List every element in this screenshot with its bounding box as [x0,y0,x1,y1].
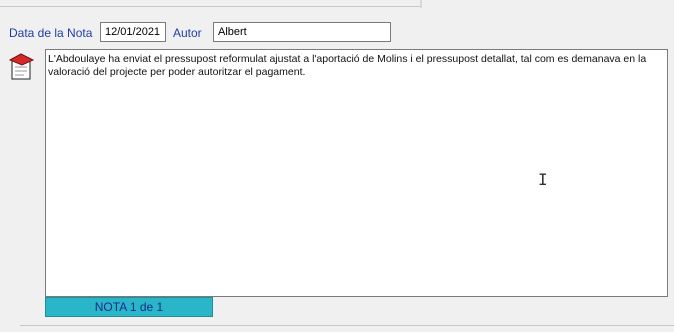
note-counter-bar: NOTA 1 de 1 [45,297,213,317]
note-text-area[interactable]: L'Abdoulaye ha enviat el pressupost refo… [45,49,668,297]
top-divider-edge [420,0,422,8]
author-label: Autor [173,26,202,40]
date-label: Data de la Nota [9,26,93,40]
note-icon[interactable] [8,53,35,81]
bottom-divider [20,325,674,326]
text-cursor-icon: I [538,170,548,189]
date-field[interactable] [100,22,166,42]
top-divider [0,6,420,7]
note-icon-graphic [8,53,35,80]
author-field[interactable] [213,22,391,42]
